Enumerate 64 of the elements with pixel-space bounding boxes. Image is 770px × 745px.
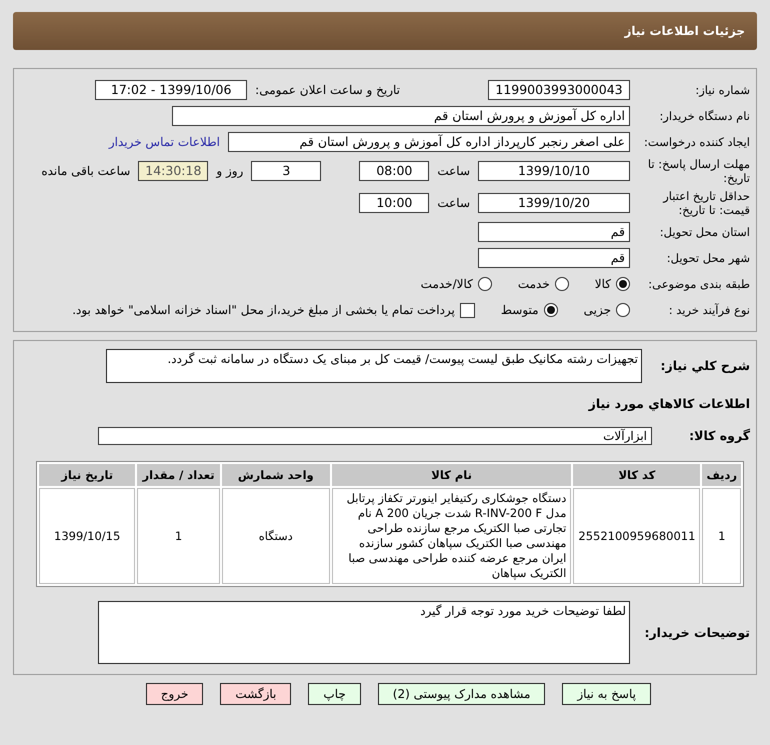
field-label: شماره نیاز: [694,83,750,97]
remaining-time-field: 14:30:18 [138,161,208,181]
goods-group-field: ابزارآلات [98,427,652,445]
field-label: ساعت [437,196,470,210]
radio-label: متوسط [500,303,539,317]
city-field: قم [478,248,630,268]
column-header: کد کالا [573,464,700,486]
announce-date-field: 1399/10/06 - 17:02 [95,80,248,100]
table-cell: 1 [137,488,220,584]
action-button[interactable]: مشاهده مدارک پیوستی (2) [378,683,546,705]
radio-label: جزیی [584,303,611,317]
creator-field: علی اصغر رنجبر کارپرداز اداره کل آموزش و پرورش استان قم [228,132,630,152]
radio-label: کالا/خدمت [420,277,473,291]
radio-label: کالا [594,277,611,291]
column-header: تعداد / مقدار [137,464,220,486]
radio-label: خدمت [518,277,550,291]
table-cell: دستگاه جوشکاری رکتیفایر اینورتر تکفاز پرتابل مدل R-INV-200 F شدت جریان 200 A نام تجارتی صبا الکتریک مرجع سازنده طراحی مهندسی صبا الکتریک سپاهان کشور سازنده ایران مرجع عرضه کننده طراحی مهندسی صبا الکتریک سپاهان [332,488,572,584]
field-label: ایجاد کننده درخواست: [643,135,750,149]
field-label: توضیحات خریدار: [643,626,750,640]
table-cell: دستگاه [222,488,330,584]
radio-button[interactable] [478,277,492,291]
field-label: شهر محل تحویل: [666,251,750,265]
column-header: نام کالا [332,464,572,486]
buyer-contact-link[interactable]: اطلاعات تماس خریدار [108,135,220,149]
field-label: استان محل تحویل: [658,225,750,239]
field-label: ساعت [437,164,470,178]
days-field: 3 [251,161,322,181]
checkbox[interactable] [460,302,475,318]
buyer-notes-field: لطفا توضیحات خرید مورد توجه قرار گیرد [98,601,630,664]
checkbox-label: پرداخت تمام یا بخشی از مبلغ خرید،از محل "اسناد خزانه اسلامی" خواهد بود. [72,303,455,317]
action-button[interactable]: چاپ [308,683,361,705]
field-label: شرح كلي نياز: [660,357,750,373]
action-button[interactable]: بازگشت [220,683,292,705]
table-cell: 2552100959680011 [573,488,700,584]
action-button[interactable]: خروج [146,683,204,705]
field-label: گروه کالا: [688,429,750,443]
column-header: ردیف [702,464,741,486]
action-button[interactable]: پاسخ به نیاز [562,683,651,705]
table-cell: 1399/10/15 [39,488,136,584]
table-cell: 1 [702,488,741,584]
radio-button[interactable] [544,303,558,317]
page-title: جزئیات اطلاعات نیاز [624,24,745,38]
field-label: مهلت ارسال پاسخ: تا تاریخ: [646,157,750,185]
section-heading: اطلاعات كالاهاي مورد نياز [587,397,750,411]
field-label: نوع فرآیند خرید : [668,303,750,317]
column-header: تاریخ نیاز [39,464,136,486]
description-field: تجهیزات رشته مکانیک طبق لیست پیوست/ قیمت کل بر مبنای یک دستگاه در سامانه ثبت گردد. [106,349,642,383]
buyer-org-field: اداره کل آموزش و پرورش استان قم [172,106,630,126]
column-header: واحد شمارش [222,464,330,486]
reply-time-field: 08:00 [359,161,430,181]
validity-date-field: 1399/10/20 [478,193,630,213]
validity-time-field: 10:00 [359,193,430,213]
radio-button[interactable] [616,303,630,317]
field-label: حداقل تاریخ اعتبار قیمت: تا تاریخ: [662,189,750,217]
need-number-field: 1199003993000043 [488,80,630,100]
radio-button[interactable] [554,277,569,291]
field-label: نام دستگاه خریدار: [658,109,750,123]
province-field: قم [478,222,630,242]
field-label: تاریخ و ساعت اعلان عمومی: [255,83,400,97]
field-label: روز و [216,164,244,178]
radio-button[interactable] [616,277,630,291]
field-label: طبقه بندی موضوعی: [647,277,750,291]
reply-date-field: 1399/10/10 [478,161,630,181]
field-label: ساعت باقی مانده [41,164,130,178]
